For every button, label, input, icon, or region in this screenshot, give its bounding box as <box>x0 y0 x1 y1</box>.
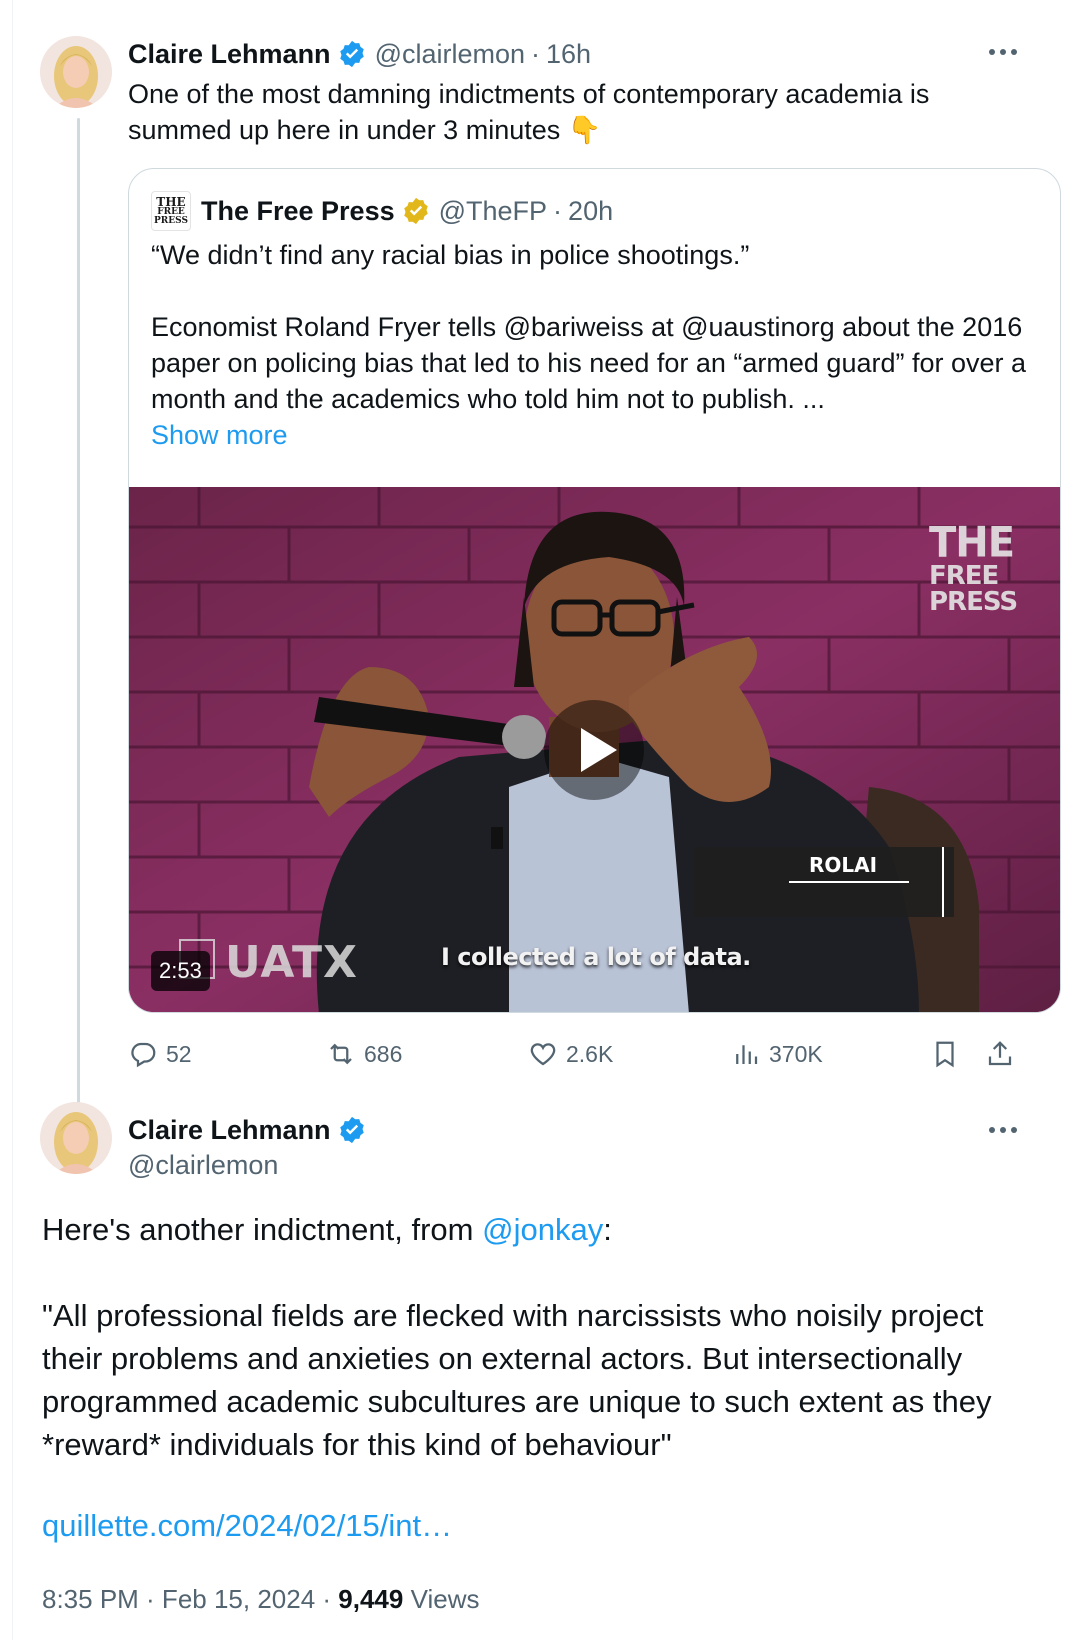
repost-icon <box>330 1043 352 1065</box>
tweet-metadata: 8:35 PM · Feb 15, 2024 · 9,449 Views <box>42 1584 479 1615</box>
share-button[interactable] <box>985 1034 1023 1074</box>
uatx-logo: UATX <box>225 937 358 988</box>
mention-link[interactable]: @jonkay <box>482 1212 603 1247</box>
avatar[interactable] <box>40 1102 112 1174</box>
free-press-logo[interactable]: THE FREE PRESS <box>151 191 191 231</box>
logo-line: PRESS <box>154 216 188 226</box>
lower-third-rule <box>789 881 909 883</box>
author-name[interactable]: Claire Lehmann <box>128 39 331 70</box>
article-link[interactable]: quillette.com/2024/02/15/int… <box>42 1508 452 1544</box>
like-icon <box>530 1043 556 1066</box>
lower-third-name: ROLAI <box>809 853 878 877</box>
separator: · <box>531 38 541 69</box>
author-handle[interactable]: @clairlemon <box>375 39 525 70</box>
quoted-paragraph: Economist Roland Fryer tells @bariweiss … <box>151 312 1027 414</box>
tweet-time[interactable]: 16h <box>546 39 591 70</box>
tweet-text: One of the most damning indictments of c… <box>128 79 930 145</box>
bookmark-button[interactable] <box>930 1034 968 1074</box>
thread-connector-line <box>77 118 80 1103</box>
repost-button[interactable]: 686 <box>326 1034 402 1074</box>
reply-icon <box>131 1042 156 1068</box>
views-count: 9,449 <box>338 1584 404 1614</box>
verified-icon <box>339 1116 364 1144</box>
views-button[interactable]: 370K <box>731 1034 823 1074</box>
quoted-headline: “We didn’t find any racial bias in polic… <box>151 240 750 270</box>
quoted-tweet-text: “We didn’t find any racial bias in polic… <box>151 237 1041 453</box>
quoted-author-name[interactable]: The Free Press <box>201 196 395 227</box>
intro-punctuation: : <box>603 1212 612 1247</box>
video-duration: 2:53 <box>151 951 210 991</box>
like-count: 2.6K <box>566 1040 614 1067</box>
lower-third-bar <box>942 847 944 917</box>
reply-count: 52 <box>166 1040 192 1067</box>
thread-page: Claire Lehmann @clairlemon · 16h One of … <box>0 0 1086 1640</box>
free-press-watermark: THE FREE PRESS <box>929 518 1018 617</box>
quoted-tweet-card[interactable]: THE FREE PRESS The Free Press @TheFP · 2… <box>128 168 1061 1013</box>
watermark-line: PRESS <box>929 587 1018 617</box>
view-count: 370K <box>769 1040 823 1067</box>
play-icon[interactable] <box>544 700 644 800</box>
tweet-quote-text: "All professional fields are flecked wit… <box>42 1298 992 1462</box>
tweet-intro: Here's another indictment, from @jonkay: <box>42 1208 1032 1251</box>
repost-count: 686 <box>364 1040 403 1067</box>
quoted-tweet-header: THE FREE PRESS The Free Press @TheFP · 2… <box>151 191 613 231</box>
author-name[interactable]: Claire Lehmann <box>128 1115 331 1146</box>
like-button[interactable]: 2.6K <box>528 1034 613 1074</box>
reply-button[interactable]: 52 <box>128 1034 192 1074</box>
more-icon[interactable] <box>985 42 1021 62</box>
author-handle[interactable]: @clairlemon <box>128 1150 278 1181</box>
separator: · <box>553 195 563 226</box>
verified-icon <box>339 40 364 68</box>
gold-verified-icon <box>403 197 428 225</box>
video-player[interactable]: THE FREE PRESS ROLAI UATX I collected a … <box>129 487 1060 1012</box>
tweet-text: Here's another indictment, from @jonkay:… <box>42 1208 1032 1466</box>
quoted-handle[interactable]: @TheFP <box>439 196 547 227</box>
watermark-line: THE <box>929 518 1015 568</box>
column-border <box>12 0 13 1640</box>
video-caption: I collected a lot of data. <box>441 943 751 971</box>
show-more-link[interactable]: Show more <box>151 417 1041 453</box>
tweet-actions: 52 686 2.6K 370K <box>128 1034 1061 1074</box>
tweet-timestamp[interactable]: 8:35 PM · Feb 15, 2024 · <box>42 1584 338 1614</box>
share-icon <box>988 1041 1012 1066</box>
views-label: Views <box>403 1584 480 1614</box>
tweet-header: Claire Lehmann @clairlemon · 16h <box>128 36 591 72</box>
views-icon <box>736 1045 758 1064</box>
tweet-header: Claire Lehmann <box>128 1112 367 1148</box>
avatar[interactable] <box>40 36 112 108</box>
quoted-time[interactable]: 20h <box>568 196 613 227</box>
intro-text: Here's another indictment, from <box>42 1212 483 1247</box>
bookmark-icon <box>936 1041 954 1068</box>
more-icon[interactable] <box>985 1120 1021 1140</box>
